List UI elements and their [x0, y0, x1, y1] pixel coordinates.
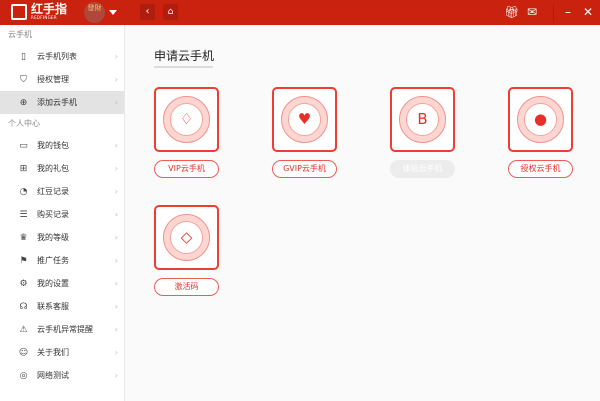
chevron-right-icon: › [114, 302, 118, 311]
network-icon: ◎ [19, 370, 28, 381]
sidebar-item[interactable]: ⛉ 授权管理 › [0, 68, 124, 91]
sidebar-item-label: 我的等级 [37, 233, 69, 242]
chevron-right-icon: › [114, 164, 118, 173]
apply-button[interactable]: 授权云手机 [508, 160, 573, 178]
sidebar-section-title: 云手机 [8, 30, 32, 39]
alert-icon: ⚠ [19, 324, 28, 335]
gift-icon[interactable]: 🎁︎ [504, 5, 519, 19]
sidebar-item[interactable]: ♛ 我的等级 › [0, 226, 124, 249]
gift-icon: ⊞ [19, 163, 28, 174]
sidebar-item[interactable]: ⊞ 我的礼包 › [0, 157, 124, 180]
flag-icon: ⚑ [19, 255, 28, 266]
sidebar-item[interactable]: ⚠ 云手机异常提醒 › [0, 318, 124, 341]
sidebar-item-label: 联系客服 [37, 302, 69, 311]
card-bulb[interactable]: ● [508, 87, 573, 152]
minimize-button[interactable]: – [565, 5, 571, 19]
gem-icon: ◇ [170, 221, 203, 254]
sidebar-item[interactable]: ▯ 云手机列表 › [0, 45, 124, 68]
badge-b-icon: B [406, 103, 439, 136]
apply-button[interactable]: GVIP云手机 [272, 160, 337, 178]
list-icon: ☰ [19, 209, 28, 220]
sidebar-item[interactable]: ▭ 我的钱包 › [0, 134, 124, 157]
sidebar-item-label: 网络测试 [37, 371, 69, 380]
chevron-right-icon: › [114, 141, 118, 150]
sidebar-item[interactable]: ⚙ 我的设置 › [0, 272, 124, 295]
smile-icon: ☺ [18, 347, 29, 358]
chevron-right-icon: › [114, 187, 118, 196]
sidebar-item[interactable]: ☺ 关于我们 › [0, 341, 124, 364]
sidebar-item-label: 我的设置 [37, 279, 69, 288]
sidebar-item[interactable]: ◎ 网络测试 › [0, 364, 124, 387]
sidebar-item-label: 添加云手机 [37, 98, 77, 107]
sidebar-section-title: 个人中心 [8, 119, 40, 128]
sidebar-item[interactable]: ⚑ 推广任务 › [0, 249, 124, 272]
sidebar-item[interactable]: ◔ 红豆记录 › [0, 180, 124, 203]
headset-icon: ☊ [19, 301, 28, 312]
chevron-right-icon: › [114, 348, 118, 357]
gear-icon: ⚙ [19, 278, 28, 289]
home-button[interactable]: ⌂ [163, 4, 178, 20]
sidebar-item-label: 云手机异常提醒 [37, 325, 93, 334]
back-button[interactable]: ‹ [140, 4, 155, 20]
chevron-right-icon: › [114, 52, 118, 61]
chevron-right-icon: › [114, 210, 118, 219]
sidebar: 云手机 ▯ 云手机列表 › ⛉ 授权管理 › ⊕ 添加云手机 › 个人中心 ▭ 我的钱包 › ⊞ 我的礼包 › ◔… [0, 25, 125, 401]
title-bar: 红手指 REDFINGER 發財 ‹ ⌂ 🎁︎ ✉ – ✕ [0, 0, 600, 25]
sidebar-item-label: 我的礼包 [37, 164, 69, 173]
sidebar-item[interactable]: ☊ 联系客服 › [0, 295, 124, 318]
mail-icon[interactable]: ✉ [527, 5, 537, 19]
apply-button[interactable]: VIP云手机 [154, 160, 219, 178]
plus-circle-icon: ⊕ [19, 97, 28, 108]
chevron-right-icon: › [114, 75, 118, 84]
main-content: 申请云手机 ♢ VIP云手机 ♥ GVIP云手机 B 体验云手机 ● 授权云手机 ◇ 激活码 [126, 25, 600, 401]
page-title: 申请云手机 [154, 49, 215, 63]
sidebar-item-label: 红豆记录 [37, 187, 69, 196]
chevron-right-icon: › [114, 233, 118, 242]
card-gem[interactable]: ◇ [154, 205, 219, 270]
apply-button[interactable]: 体验云手机 [390, 160, 455, 178]
chevron-right-icon: › [114, 325, 118, 334]
card-badge-b[interactable]: B [390, 87, 455, 152]
chevron-down-icon[interactable] [109, 10, 117, 19]
bulb-icon: ● [524, 103, 557, 136]
bean-icon: ◔ [19, 186, 28, 197]
title-underline [154, 66, 213, 68]
crown-icon: ♛ [19, 232, 28, 243]
divider [553, 4, 554, 21]
logo-icon [11, 3, 27, 20]
sidebar-item-label: 授权管理 [37, 75, 69, 84]
apply-button[interactable]: 激活码 [154, 278, 219, 296]
chevron-right-icon: › [114, 98, 118, 107]
card-diamond[interactable]: ♢ [154, 87, 219, 152]
chevron-right-icon: › [114, 256, 118, 265]
chevron-right-icon: › [114, 279, 118, 288]
close-button[interactable]: ✕ [583, 5, 593, 19]
logo-text: 红手指 [31, 2, 68, 16]
sidebar-item-label: 云手机列表 [37, 52, 77, 61]
sidebar-item-label: 我的钱包 [37, 141, 69, 150]
chevron-right-icon: › [114, 371, 118, 380]
card-heart[interactable]: ♥ [272, 87, 337, 152]
sidebar-item-label: 推广任务 [37, 256, 69, 265]
wallet-icon: ▭ [19, 140, 28, 151]
sidebar-item[interactable]: ☰ 购买记录 › [0, 203, 124, 226]
sidebar-item-label: 购买记录 [37, 210, 69, 219]
avatar[interactable]: 發財 [84, 2, 105, 23]
phone-icon: ▯ [21, 51, 26, 62]
logo: 红手指 REDFINGER [11, 3, 67, 20]
heart-icon: ♥ [288, 103, 321, 136]
shield-icon: ⛉ [20, 74, 27, 85]
diamond-icon: ♢ [170, 103, 203, 136]
sidebar-item-label: 关于我们 [37, 348, 69, 357]
sidebar-item[interactable]: ⊕ 添加云手机 › [0, 91, 124, 114]
